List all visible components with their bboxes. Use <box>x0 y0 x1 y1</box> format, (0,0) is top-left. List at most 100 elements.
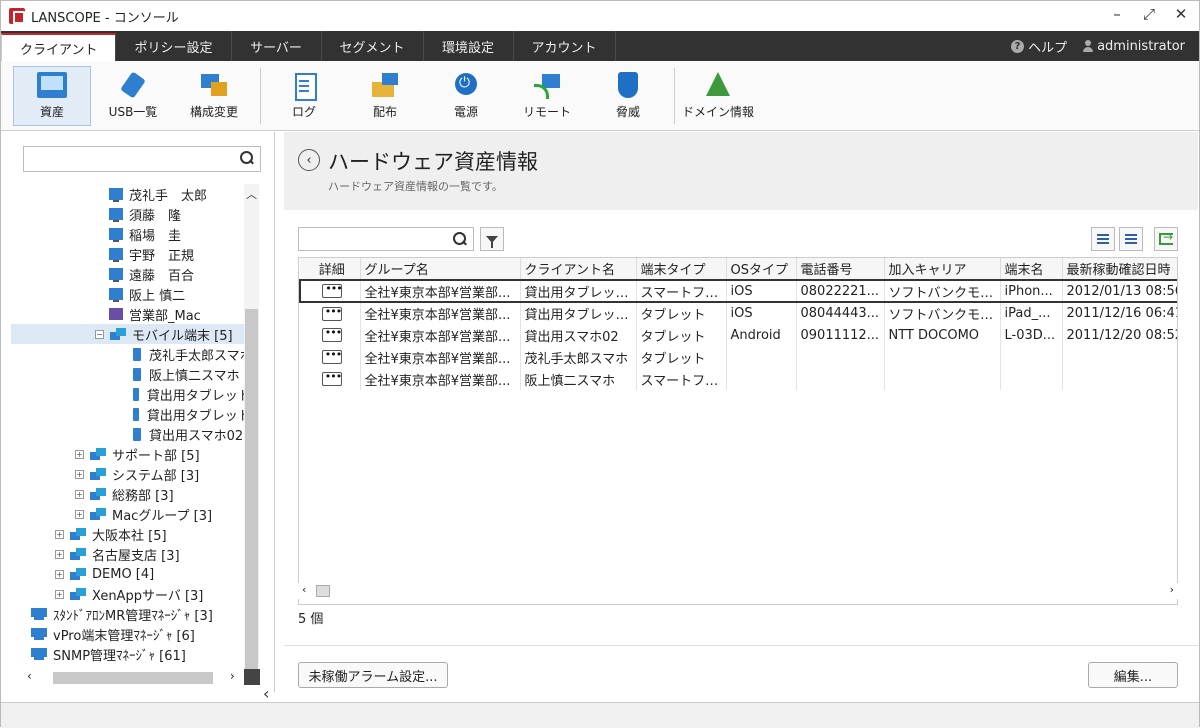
column-header[interactable]: 加入キャリア <box>884 258 1001 281</box>
scroll-thumb[interactable] <box>245 309 258 669</box>
chevron-right-icon[interactable]: › <box>230 669 235 683</box>
tree-item[interactable]: 貸出用スマホ02 <box>11 424 259 444</box>
more-details-button[interactable] <box>321 305 342 321</box>
column-header[interactable]: 詳細 <box>300 258 361 281</box>
tab-server[interactable]: サーバー <box>232 31 322 61</box>
cell-device-name <box>1000 368 1063 390</box>
column-header[interactable]: クライアント名 <box>520 258 637 281</box>
expand-toggle[interactable]: + <box>75 489 84 499</box>
tree-item[interactable]: 営業部_Mac <box>11 304 259 324</box>
sidebar-search-input[interactable] <box>23 146 261 172</box>
usb-list-button[interactable]: USB一覧 <box>94 66 172 126</box>
scroll-thumb[interactable] <box>53 672 213 684</box>
tree-item[interactable]: 茂礼手太郎スマホ <box>11 344 259 364</box>
expand-toggle[interactable]: + <box>55 549 64 559</box>
maximize-button[interactable]: ⤢ <box>1139 5 1159 23</box>
column-header[interactable]: 最新稼動確認日時 <box>1062 258 1177 281</box>
table-row[interactable]: 全社¥東京本部¥営業部... 貸出用タブレット02 タブレット iOS 0804… <box>300 302 1177 324</box>
tree-item[interactable]: SNMP管理ﾏﾈｰｼﾞｬ [61] <box>11 644 259 664</box>
tree-vertical-scrollbar[interactable]: ︿ <box>244 184 259 669</box>
more-details-button[interactable] <box>321 370 342 386</box>
more-details-button[interactable] <box>321 326 342 342</box>
expand-toggle[interactable]: + <box>75 449 84 459</box>
tree-item[interactable]: + Macグループ [3] <box>11 504 259 524</box>
search-icon[interactable] <box>453 232 467 246</box>
tree-item[interactable]: 遠藤 百合 <box>11 264 259 284</box>
tab-segment[interactable]: セグメント <box>322 31 424 61</box>
table-row[interactable]: 全社¥東京本部¥営業部... 貸出用スマホ02 タブレット Android 09… <box>300 324 1177 346</box>
manager-icon <box>31 648 47 660</box>
user-menu[interactable]: administrator <box>1083 39 1185 54</box>
tab-client[interactable]: クライアント <box>1 33 117 61</box>
toolbar: 資産 USB一覧 構成変更 ログ 配布 電源 リモート 脅威 <box>1 61 1199 131</box>
inactive-alarm-settings-button[interactable]: 未稼働アラーム設定... <box>298 662 448 688</box>
expand-toggle[interactable]: + <box>55 569 64 579</box>
column-header[interactable]: 端末名 <box>1000 258 1063 281</box>
list-view-button[interactable] <box>1091 227 1115 251</box>
expand-toggle[interactable]: + <box>55 529 64 539</box>
tree-item[interactable]: + サポート部 [5] <box>11 444 259 464</box>
remote-button[interactable]: リモート <box>508 66 586 126</box>
scroll-thumb[interactable] <box>316 585 330 597</box>
distribute-button[interactable]: 配布 <box>346 66 424 126</box>
tree-item[interactable]: 阪上 慎二 <box>11 284 259 304</box>
tree-item[interactable]: 貸出用タブレット0 <box>11 404 259 424</box>
client-tree: 茂礼手 太郎 須藤 隆 稲場 圭 宇野 正規 遠藤 百合 阪上 慎二 営業部_M… <box>11 184 259 669</box>
tree-item[interactable]: + 名古屋支店 [3] <box>11 544 259 564</box>
table-row[interactable]: 全社¥東京本部¥営業部... 茂礼手太郎スマホ タブレット <box>300 346 1177 368</box>
column-header[interactable]: OSタイプ <box>726 258 797 281</box>
tab-environment[interactable]: 環境設定 <box>424 31 514 61</box>
chevron-left-icon[interactable]: ‹ <box>27 669 32 683</box>
tab-policy[interactable]: ポリシー設定 <box>116 31 232 61</box>
tree-item[interactable]: + システム部 [3] <box>11 464 259 484</box>
back-button[interactable]: ‹ <box>298 149 320 171</box>
detail-list-icon <box>1125 234 1137 244</box>
expand-toggle[interactable]: + <box>75 469 84 479</box>
tree-item[interactable]: + DEMO [4] <box>11 564 259 584</box>
filter-button[interactable] <box>480 227 504 251</box>
column-header[interactable]: グループ名 <box>360 258 521 281</box>
close-button[interactable]: ✕ <box>1171 5 1191 23</box>
tree-item[interactable]: ｽﾀﾝﾄﾞｱﾛﾝMR管理ﾏﾈｰｼﾞｬ [3] <box>11 604 259 624</box>
tree-item[interactable]: 宇野 正規 <box>11 244 259 264</box>
collapse-toggle[interactable]: − <box>95 329 104 339</box>
column-header[interactable]: 電話番号 <box>796 258 885 281</box>
tab-account[interactable]: アカウント <box>514 31 616 61</box>
chevron-left-icon[interactable]: ‹ <box>302 583 306 596</box>
tree-item[interactable]: + XenAppサーバ [3] <box>11 584 259 604</box>
tree-item[interactable]: 須藤 隆 <box>11 204 259 224</box>
collapse-sidebar-icon[interactable]: ‹ <box>263 684 269 703</box>
chevron-up-icon[interactable]: ︿ <box>246 186 257 202</box>
tree-item[interactable]: + 総務部 [3] <box>11 484 259 504</box>
config-change-button[interactable]: 構成変更 <box>175 66 253 126</box>
minimize-button[interactable]: – <box>1107 5 1127 23</box>
expand-toggle[interactable]: + <box>55 589 64 599</box>
export-button[interactable] <box>1154 227 1178 251</box>
table-row[interactable]: 全社¥東京本部¥営業部... 阪上慎二スマホ スマートフォン <box>300 368 1177 390</box>
log-button[interactable]: ログ <box>265 66 343 126</box>
table-horizontal-scrollbar[interactable]: ‹ › <box>298 583 1178 599</box>
tree-horizontal-scrollbar[interactable]: ‹ › <box>23 669 259 685</box>
expand-toggle[interactable]: + <box>75 509 84 519</box>
more-details-button[interactable] <box>322 282 343 298</box>
tree-item[interactable]: 茂礼手 太郎 <box>11 184 259 204</box>
edit-button[interactable]: 編集... <box>1088 662 1178 688</box>
tree-item[interactable]: 稲場 圭 <box>11 224 259 244</box>
tree-item[interactable]: 貸出用タブレット0 <box>11 384 259 404</box>
threat-button[interactable]: 脅威 <box>589 66 667 126</box>
power-button[interactable]: 電源 <box>427 66 505 126</box>
search-icon[interactable] <box>240 151 254 165</box>
column-header[interactable]: 端末タイプ <box>636 258 727 281</box>
table-search-input[interactable] <box>298 227 474 251</box>
help-link[interactable]: ? ヘルプ <box>1011 37 1067 56</box>
tree-item[interactable]: 阪上慎二スマホ <box>11 364 259 384</box>
asset-button[interactable]: 資産 <box>13 65 91 126</box>
domain-info-button[interactable]: ドメイン情報 <box>679 66 757 126</box>
tree-item-mobile-group[interactable]: − モバイル端末 [5] <box>11 324 259 344</box>
tree-item[interactable]: vPro端末管理ﾏﾈｰｼﾞｬ [6] <box>11 624 259 644</box>
chevron-right-icon[interactable]: › <box>1170 583 1174 596</box>
tree-item[interactable]: + 大阪本社 [5] <box>11 524 259 544</box>
more-details-button[interactable] <box>321 348 342 364</box>
table-row[interactable]: 全社¥東京本部¥営業部... 貸出用タブレット01 スマートフォン iOS 08… <box>299 279 1177 303</box>
detail-view-button[interactable] <box>1119 227 1143 251</box>
